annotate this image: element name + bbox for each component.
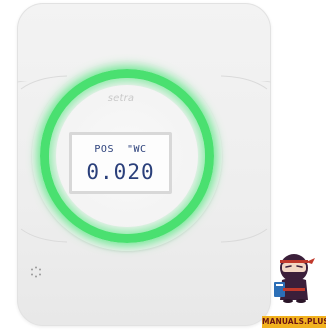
lower-seam-line (20, 228, 68, 243)
display-label: POS "WC (94, 144, 147, 155)
ninja-mascot-icon (274, 254, 315, 303)
display-reading: 0.020 (86, 160, 155, 184)
watermark-banner: MANUALS.PLUS (262, 316, 326, 328)
stage: setra POS "WC 0.020 MANUALS.PLUS (0, 0, 326, 331)
lcd-display: POS "WC 0.020 (69, 132, 172, 194)
brand-logo: setra (107, 93, 135, 104)
sensor-dots-icon (31, 266, 41, 278)
lower-seam-line-right (220, 228, 268, 243)
upper-seam-line-right (220, 75, 268, 90)
